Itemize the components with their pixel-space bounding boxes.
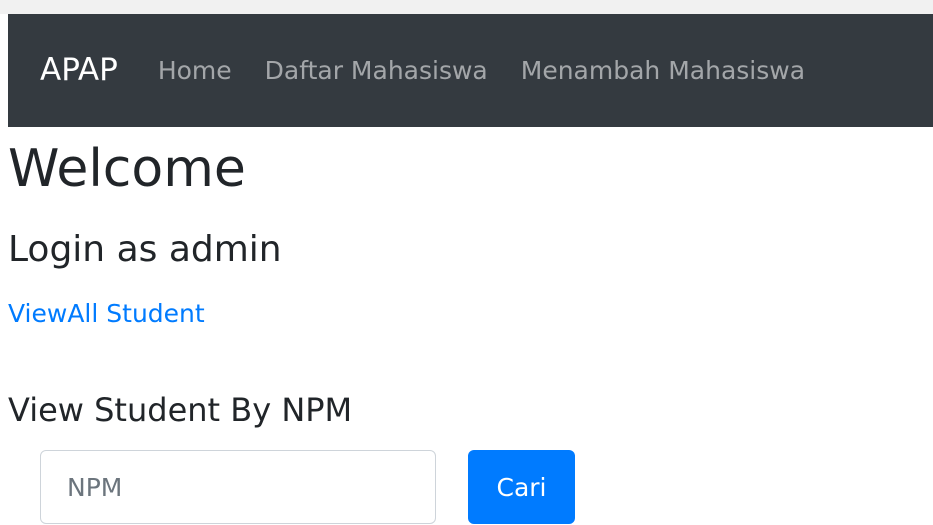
login-status-heading: Login as admin <box>8 229 282 270</box>
cari-button[interactable]: Cari <box>468 450 575 524</box>
search-by-npm-heading: View Student By NPM <box>8 391 353 429</box>
nav-link-daftar-mahasiswa[interactable]: Daftar Mahasiswa <box>265 58 488 83</box>
browser-top-strip <box>0 0 933 14</box>
npm-input[interactable] <box>40 450 436 524</box>
page-title: Welcome <box>8 139 246 199</box>
navbar: APAP Home Daftar Mahasiswa Menambah Maha… <box>8 14 933 127</box>
nav-link-home[interactable]: Home <box>158 58 232 83</box>
nav-link-menambah-mahasiswa[interactable]: Menambah Mahasiswa <box>521 58 805 83</box>
view-all-student-link[interactable]: ViewAll Student <box>8 299 205 329</box>
npm-search-form: Cari <box>40 450 575 524</box>
navbar-brand[interactable]: APAP <box>40 55 118 86</box>
